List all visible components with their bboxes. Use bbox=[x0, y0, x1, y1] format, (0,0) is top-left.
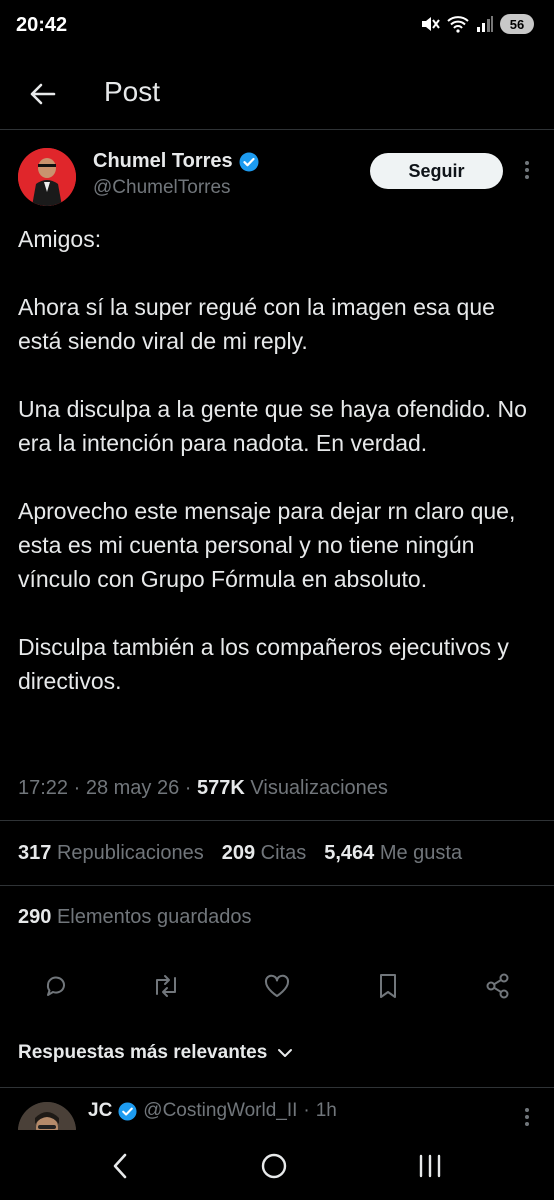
reposts-label: Republicaciones bbox=[56, 842, 204, 864]
reposts-count: 317 bbox=[18, 842, 52, 864]
likes-stat[interactable]: 5,464 Me gusta bbox=[324, 842, 462, 865]
replies-divider bbox=[0, 1087, 554, 1088]
bookmarks-stat[interactable]: 290 Elementos guardados bbox=[18, 906, 252, 929]
tweet-paragraph: Una disculpa a la gente que se haya ofen… bbox=[18, 396, 527, 456]
reposts-stat[interactable]: 317 Republicaciones bbox=[18, 842, 204, 865]
quotes-count: 209 bbox=[221, 842, 256, 864]
wifi-icon bbox=[446, 15, 470, 33]
tweet-paragraph: Ahora sí la super regué con la imagen es… bbox=[18, 294, 495, 354]
status-icons: 56 bbox=[420, 14, 534, 34]
reply-author-handle[interactable]: @CostingWorld_II bbox=[143, 1100, 297, 1122]
battery-icon: 56 bbox=[500, 14, 534, 34]
reply-more-options-icon[interactable] bbox=[520, 1108, 534, 1126]
likes-count: 5,464 bbox=[324, 842, 375, 864]
nav-back-button[interactable] bbox=[100, 1150, 140, 1182]
repost-button[interactable] bbox=[150, 970, 182, 1002]
status-time: 20:42 bbox=[16, 14, 68, 36]
verified-badge-icon bbox=[118, 1101, 137, 1121]
author-name[interactable]: Chumel Torres bbox=[93, 150, 259, 173]
home-circle-icon bbox=[261, 1153, 287, 1179]
bookmark-button[interactable] bbox=[372, 970, 404, 1002]
replies-sort-dropdown[interactable]: Respuestas más relevantes bbox=[18, 1042, 293, 1064]
tweet-date[interactable]: 28 may 26 bbox=[86, 777, 179, 799]
bookmarks-label: Elementos guardados bbox=[56, 906, 252, 928]
top-bar: Post bbox=[0, 60, 554, 128]
mute-icon bbox=[420, 15, 440, 33]
share-button[interactable] bbox=[482, 970, 514, 1002]
chevron-left-icon bbox=[113, 1153, 127, 1179]
more-options-icon[interactable] bbox=[520, 161, 534, 179]
like-button[interactable] bbox=[261, 970, 293, 1002]
tweet-paragraph: Disculpa también a los compañeros ejecut… bbox=[18, 634, 509, 694]
tweet-stats: 317 Republicaciones 209 Citas 5,464 Me g… bbox=[18, 842, 480, 865]
reply-separator: · bbox=[303, 1100, 310, 1121]
reply-icon bbox=[46, 976, 65, 996]
meta-separator: · bbox=[184, 777, 198, 799]
heart-icon bbox=[264, 974, 290, 997]
recents-icon bbox=[419, 1154, 441, 1178]
share-icon bbox=[486, 973, 509, 999]
system-nav-bar bbox=[0, 1130, 554, 1200]
bookmark-icon bbox=[380, 974, 396, 998]
tweet-paragraph: Aprovecho este mensaje para dejar rn cla… bbox=[18, 498, 516, 592]
verified-badge-icon bbox=[239, 152, 259, 171]
page-title: Post bbox=[104, 76, 161, 107]
views-label: Visualizaciones bbox=[250, 777, 388, 799]
replies-sort-label: Respuestas más relevantes bbox=[18, 1042, 268, 1063]
bookmarks-count: 290 bbox=[18, 906, 52, 928]
quotes-label: Citas bbox=[260, 842, 307, 864]
tweet-paragraph: Amigos: bbox=[18, 226, 102, 252]
stats-divider bbox=[0, 885, 554, 886]
header-divider bbox=[0, 129, 554, 130]
repost-icon bbox=[156, 975, 176, 997]
nav-recents-button[interactable] bbox=[410, 1150, 450, 1182]
author-avatar[interactable] bbox=[18, 148, 76, 206]
tweet-text: Amigos: Ahora sí la super regué con la i… bbox=[18, 222, 538, 698]
views-count: 577K bbox=[197, 777, 245, 799]
likes-label: Me gusta bbox=[379, 842, 463, 864]
meta-separator: · bbox=[73, 777, 86, 799]
follow-button[interactable]: Seguir bbox=[370, 153, 503, 189]
quotes-stat[interactable]: 209 Citas bbox=[222, 842, 307, 865]
nav-home-button[interactable] bbox=[254, 1150, 294, 1182]
author-handle[interactable]: @ChumelTorres bbox=[93, 177, 231, 199]
signal-icon bbox=[476, 15, 494, 33]
reply-button[interactable] bbox=[40, 970, 72, 1002]
reply-author-name[interactable]: JC bbox=[88, 1100, 112, 1122]
chevron-down-icon bbox=[278, 1049, 293, 1057]
reply-header: JC @CostingWorld_II · 1h bbox=[88, 1100, 337, 1122]
back-button[interactable] bbox=[22, 74, 62, 114]
tweet-time[interactable]: 17:22 bbox=[18, 777, 68, 799]
reply-time: 1h bbox=[315, 1100, 337, 1121]
arrow-left-icon bbox=[30, 83, 56, 105]
action-bar bbox=[0, 966, 554, 1006]
meta-divider bbox=[0, 820, 554, 821]
author-name-text: Chumel Torres bbox=[93, 150, 233, 172]
status-bar: 20:42 56 bbox=[0, 0, 554, 52]
tweet-meta: 17:22 · 28 may 26 · 577K Visualizaciones bbox=[18, 777, 388, 800]
